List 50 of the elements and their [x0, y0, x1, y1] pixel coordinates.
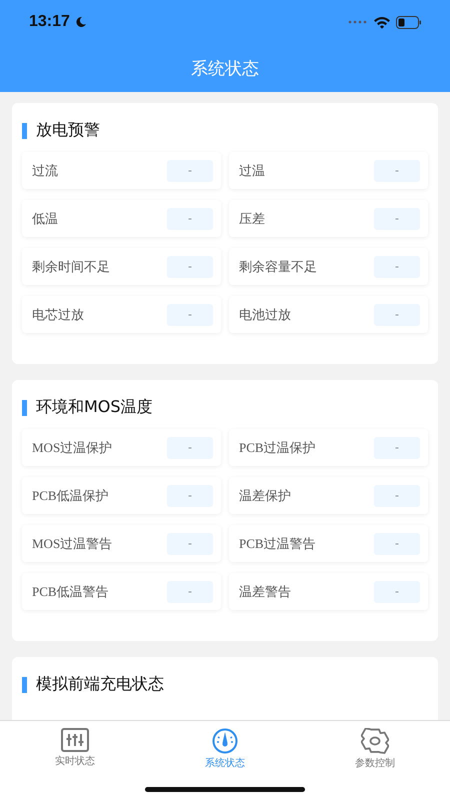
- status-value: -: [167, 304, 213, 326]
- status-label: 温差保护: [239, 486, 291, 504]
- section-title: 模拟前端充电状态: [36, 674, 164, 695]
- status-label: 电池过放: [239, 306, 291, 324]
- section-title: 放电预警: [36, 120, 100, 141]
- status-label: 过流: [32, 162, 58, 180]
- status-value: -: [374, 256, 420, 278]
- status-label: 压差: [239, 210, 265, 228]
- status-value: -: [167, 436, 213, 458]
- status-label: MOS过温保护: [32, 438, 112, 456]
- status-label: PCB低温警告: [32, 582, 109, 600]
- status-label: PCB过温警告: [239, 534, 316, 552]
- tab-item[interactable]: 实时状态: [0, 728, 150, 778]
- status-label: 低温: [32, 210, 58, 228]
- status-value: -: [374, 208, 420, 230]
- wifi-icon: [373, 16, 391, 28]
- status-value: -: [374, 580, 420, 602]
- tab-item[interactable]: 系统状态: [150, 728, 300, 778]
- status-label: 过温: [239, 162, 265, 180]
- status-value: -: [374, 304, 420, 326]
- status-label: PCB低温保护: [32, 486, 109, 504]
- accent-bar: [22, 122, 27, 138]
- status-label: 电芯过放: [32, 306, 84, 324]
- accent-bar: [22, 676, 27, 692]
- status-value: -: [167, 484, 213, 506]
- status-value: -: [167, 580, 213, 602]
- status-value: -: [167, 160, 213, 182]
- status-value: -: [167, 256, 213, 278]
- status-value: -: [374, 484, 420, 506]
- moon-icon: [74, 16, 87, 28]
- signal-icon: [348, 20, 368, 24]
- status-value: -: [167, 208, 213, 230]
- settings-icon: [361, 728, 389, 754]
- section-title: 环境和MOS温度: [36, 397, 153, 418]
- sliders-icon: [61, 728, 89, 752]
- status-value: -: [374, 532, 420, 554]
- status-label: 温差警告: [239, 582, 291, 600]
- battery-icon: [396, 16, 422, 28]
- status-label: MOS过温警告: [32, 534, 112, 552]
- gauge-icon: [212, 728, 238, 754]
- status-value: -: [167, 532, 213, 554]
- accent-bar: [22, 400, 27, 416]
- status-time: 13:17: [29, 13, 70, 31]
- status-label: PCB过温保护: [239, 438, 316, 456]
- page-title: 系统状态: [191, 58, 259, 80]
- status-value: -: [374, 160, 420, 182]
- status-label: 剩余时间不足: [32, 258, 110, 276]
- status-label: 剩余容量不足: [239, 258, 317, 276]
- tab-item[interactable]: 参数控制: [300, 728, 450, 778]
- status-value: -: [374, 436, 420, 458]
